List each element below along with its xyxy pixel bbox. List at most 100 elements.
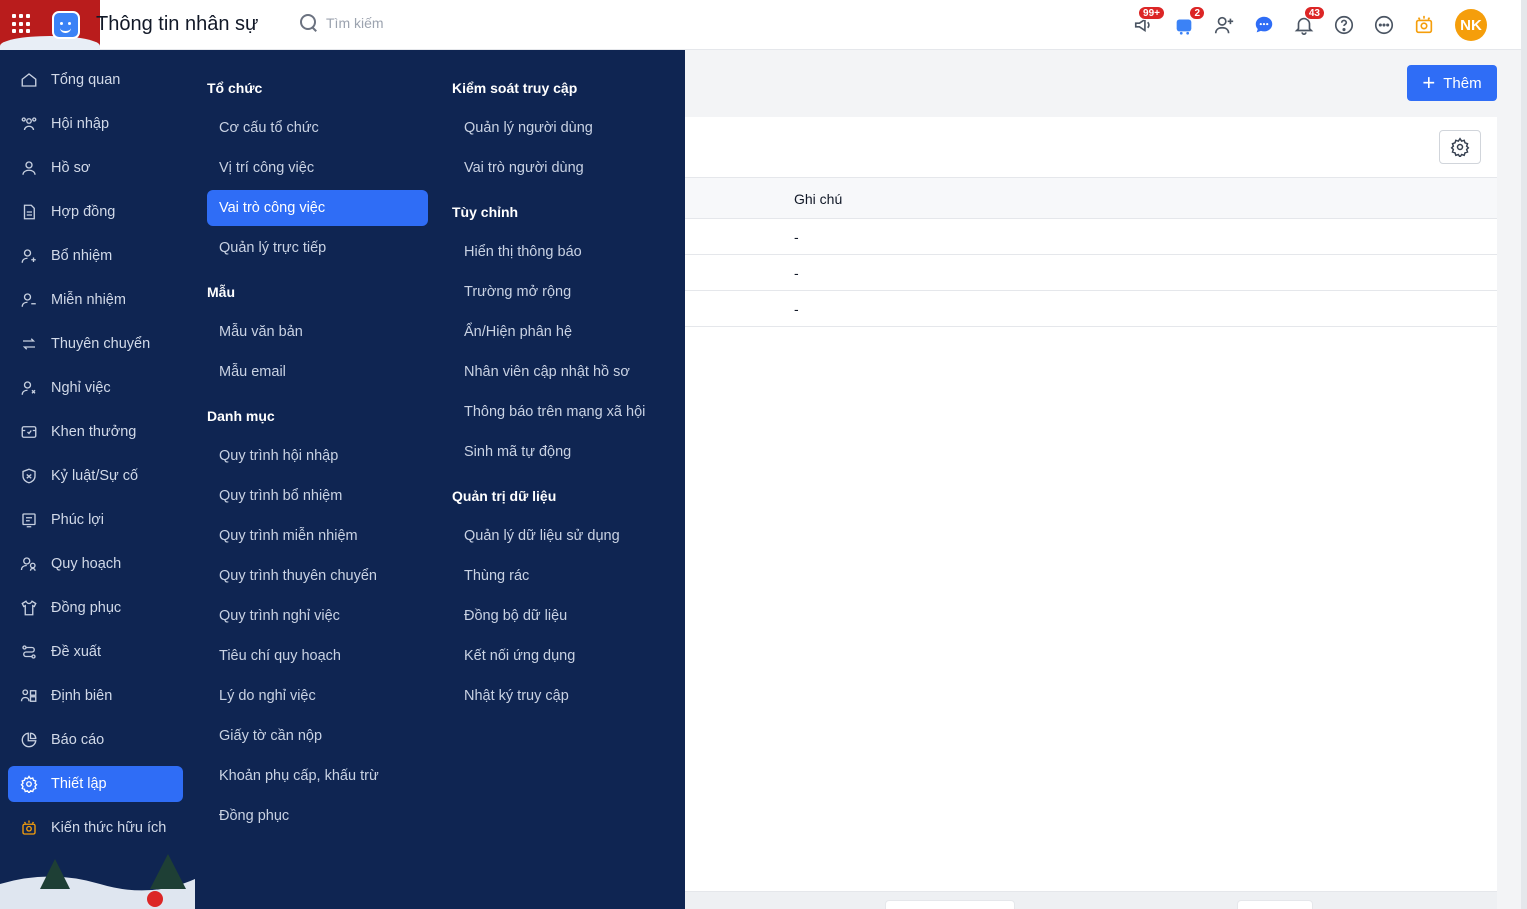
- menu-item-quy-trinh-mien-nhiem[interactable]: Quy trình miễn nhiệm: [207, 518, 428, 554]
- chart-pie-icon: [20, 731, 38, 749]
- table-row[interactable]: -: [685, 255, 1497, 291]
- note-cell: -: [794, 265, 799, 281]
- note-cell: -: [794, 301, 799, 317]
- gear-icon: [20, 775, 38, 793]
- proposal-icon: [20, 643, 38, 661]
- gift-icon: [20, 511, 38, 529]
- cart-badge: 2: [1189, 6, 1205, 20]
- sidebar-item-label: Thuyên chuyển: [51, 336, 151, 352]
- menu-item-quan-ly-du-lieu[interactable]: Quản lý dữ liệu sử dụng: [452, 518, 673, 554]
- christmas-banner: [0, 0, 100, 50]
- menu-item-vi-tri-cong-viec[interactable]: Vị trí công việc: [207, 150, 428, 186]
- add-user-icon[interactable]: [1211, 12, 1237, 38]
- sidebar-item-label: Miễn nhiệm: [51, 292, 126, 308]
- section-title-quan-tri-du-lieu: Quản trị dữ liệu: [452, 488, 557, 504]
- cart-icon[interactable]: 2: [1171, 6, 1205, 38]
- award-icon: [20, 423, 38, 441]
- sidebar-item-khen-thuong[interactable]: Khen thưởng: [8, 414, 183, 450]
- menu-item-thong-bao-mang-xa-hoi[interactable]: Thông báo trên mạng xã hội: [452, 394, 673, 430]
- notification-badge: 43: [1303, 6, 1325, 20]
- menu-item-quy-trinh-bo-nhiem[interactable]: Quy trình bổ nhiệm: [207, 478, 428, 514]
- apps-grid-icon[interactable]: [12, 14, 32, 34]
- sidebar-item-label: Phúc lợi: [51, 512, 105, 528]
- shield-icon: [20, 467, 38, 485]
- search-placeholder[interactable]: Tìm kiếm: [326, 15, 384, 31]
- announcement-badge: 99+: [1138, 6, 1165, 20]
- bell-icon[interactable]: 43: [1291, 6, 1325, 38]
- menu-item-nhan-vien-cap-nhat-ho-so[interactable]: Nhân viên cập nhật hồ sơ: [452, 354, 673, 390]
- menu-item-ket-noi-ung-dung[interactable]: Kết nối ứng dụng: [452, 638, 673, 674]
- column-header-note[interactable]: Ghi chú: [794, 191, 842, 207]
- sidebar-item-label: Định biên: [51, 688, 113, 704]
- sidebar-item-ho-so[interactable]: Hồ sơ: [8, 150, 183, 186]
- app-logo-icon: [52, 11, 80, 39]
- sidebar-item-thuyen-chuyen[interactable]: Thuyên chuyển: [8, 326, 183, 362]
- menu-item-thung-rac[interactable]: Thùng rác: [452, 558, 673, 594]
- menu-item-quy-trinh-nghi-viec[interactable]: Quy trình nghỉ việc: [207, 598, 428, 634]
- menu-item-vai-tro-nguoi-dung[interactable]: Vai trò người dùng: [452, 150, 673, 186]
- menu-item-co-cau-to-chuc[interactable]: Cơ cấu tổ chức: [207, 110, 428, 146]
- menu-item-dong-bo-du-lieu[interactable]: Đồng bộ dữ liệu: [452, 598, 673, 634]
- sidebar-item-mien-nhiem[interactable]: Miễn nhiệm: [8, 282, 183, 318]
- user-icon: [20, 159, 38, 177]
- section-title-to-chuc: Tổ chức: [207, 80, 263, 96]
- sidebar-item-quy-hoach[interactable]: Quy hoạch: [8, 546, 183, 582]
- sidebar-item-de-xuat[interactable]: Đề xuất: [8, 634, 183, 670]
- users-icon: [20, 115, 38, 133]
- sidebar-item-label: Kỷ luật/Sự cố: [51, 468, 139, 484]
- settings-mega-menu: Tổ chức Cơ cấu tổ chức Vị trí công việc …: [195, 50, 685, 909]
- menu-item-ly-do-nghi-viec[interactable]: Lý do nghỉ việc: [207, 678, 428, 714]
- menu-item-an-hien-phan-he[interactable]: Ẩn/Hiện phân hệ: [452, 314, 673, 350]
- sidebar-item-ky-luat[interactable]: Kỷ luật/Sự cố: [8, 458, 183, 494]
- menu-item-nhat-ky-truy-cap[interactable]: Nhật ký truy cập: [452, 678, 673, 714]
- menu-item-giay-to-can-nop[interactable]: Giấy tờ cần nộp: [207, 718, 428, 754]
- menu-item-quan-ly-nguoi-dung[interactable]: Quản lý người dùng: [452, 110, 673, 146]
- menu-item-vai-tro-cong-viec[interactable]: Vai trò công việc: [207, 190, 428, 226]
- sidebar-item-bao-cao[interactable]: Báo cáo: [8, 722, 183, 758]
- search-box[interactable]: Tìm kiếm: [300, 14, 384, 32]
- sidebar-item-hop-dong[interactable]: Hợp đồng: [8, 194, 183, 230]
- sidebar-item-thiet-lap[interactable]: Thiết lập: [8, 766, 183, 802]
- idea-icon[interactable]: [1411, 12, 1437, 38]
- menu-item-quy-trinh-hoi-nhap[interactable]: Quy trình hội nhập: [207, 438, 428, 474]
- menu-item-quy-trinh-thuyen-chuyen[interactable]: Quy trình thuyên chuyển: [207, 558, 428, 594]
- table-row[interactable]: -: [685, 291, 1497, 327]
- chat-icon[interactable]: [1251, 12, 1277, 38]
- gear-icon: [1450, 137, 1470, 157]
- sidebar-item-label: Hợp đồng: [51, 204, 116, 220]
- menu-item-quan-ly-truc-tiep[interactable]: Quản lý trực tiếp: [207, 230, 428, 266]
- menu-item-dong-phuc[interactable]: Đồng phục: [207, 798, 428, 834]
- sidebar-item-label: Đồng phục: [51, 600, 122, 616]
- avatar[interactable]: NK: [1455, 9, 1487, 41]
- help-icon[interactable]: [1331, 12, 1357, 38]
- pagination-control[interactable]: [885, 900, 1015, 909]
- lightbulb-icon: [20, 819, 38, 837]
- menu-item-truong-mo-rong[interactable]: Trường mở rộng: [452, 274, 673, 310]
- menu-item-khoan-phu-cap[interactable]: Khoản phụ cấp, khấu trừ: [207, 758, 428, 794]
- page-size-select[interactable]: [1237, 900, 1313, 909]
- pagination-bar: [685, 891, 1497, 909]
- menu-item-sinh-ma-tu-dong[interactable]: Sinh mã tự động: [452, 434, 673, 470]
- search-icon: [300, 14, 318, 32]
- sidebar-item-bo-nhiem[interactable]: Bổ nhiệm: [8, 238, 183, 274]
- page-scrollbar[interactable]: [1521, 0, 1527, 909]
- sidebar-item-dong-phuc[interactable]: Đồng phục: [8, 590, 183, 626]
- menu-item-mau-van-ban[interactable]: Mẫu văn bản: [207, 314, 428, 350]
- sidebar-item-dinh-bien[interactable]: Định biên: [8, 678, 183, 714]
- add-button[interactable]: + Thêm: [1407, 65, 1497, 101]
- menu-item-hien-thi-thong-bao[interactable]: Hiển thị thông báo: [452, 234, 673, 270]
- table-row[interactable]: -: [685, 219, 1497, 255]
- top-header: Thông tin nhân sự Tìm kiếm 99+ 2 43 NK: [0, 0, 1521, 50]
- main-content: + Thêm Ghi chú - - -: [685, 50, 1521, 909]
- sidebar-item-hoi-nhap[interactable]: Hội nhập: [8, 106, 183, 142]
- menu-item-mau-email[interactable]: Mẫu email: [207, 354, 428, 390]
- table-settings-button[interactable]: [1439, 130, 1481, 164]
- megaphone-icon[interactable]: 99+: [1131, 6, 1165, 38]
- sidebar-item-phuc-loi[interactable]: Phúc lợi: [8, 502, 183, 538]
- sidebar-item-tong-quan[interactable]: Tổng quan: [8, 62, 183, 98]
- more-icon[interactable]: [1371, 12, 1397, 38]
- menu-item-tieu-chi-quy-hoach[interactable]: Tiêu chí quy hoạch: [207, 638, 428, 674]
- sidebar-item-label: Hội nhập: [51, 116, 110, 132]
- table-header: Ghi chú: [685, 177, 1497, 219]
- sidebar-item-nghi-viec[interactable]: Nghỉ việc: [8, 370, 183, 406]
